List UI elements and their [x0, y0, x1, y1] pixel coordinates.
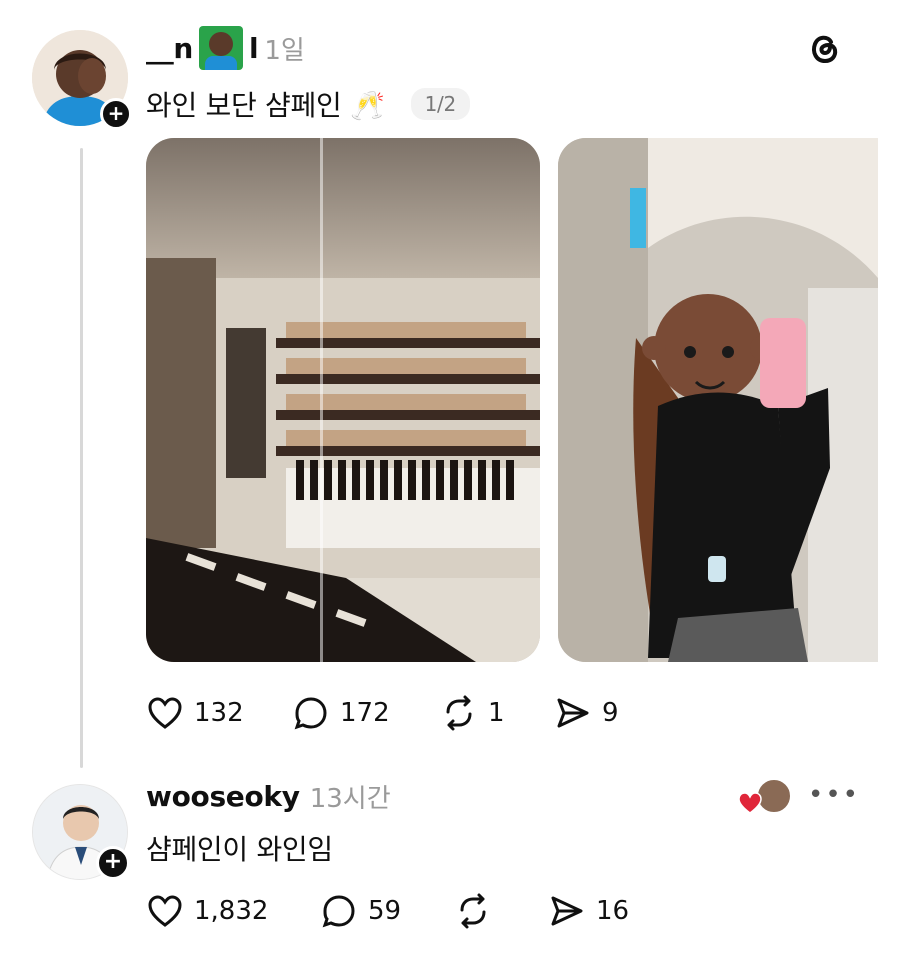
- reply-header: wooseoky 13시간: [146, 778, 391, 815]
- heart-icon: [148, 895, 182, 927]
- post-like-button[interactable]: 132: [146, 694, 244, 732]
- reply-like-count: 1,832: [194, 896, 269, 926]
- wine-cellar-photo: [146, 138, 540, 662]
- repost-icon: [446, 695, 472, 731]
- post-text-row: 와인 보단 샴페인 🥂 1/2: [146, 84, 470, 124]
- post-repost-button[interactable]: 1: [440, 694, 505, 732]
- threads-logo-icon[interactable]: [804, 28, 844, 68]
- red-heart-icon: [738, 792, 762, 814]
- reply-repost-button[interactable]: [454, 892, 502, 930]
- comment-icon: [294, 697, 327, 730]
- reply-comment-button[interactable]: 59: [320, 892, 401, 930]
- post-share-count: 9: [602, 698, 619, 728]
- reply-username[interactable]: wooseoky: [146, 780, 300, 813]
- teacher-emoji-icon: [199, 26, 244, 70]
- repost-icon: [460, 893, 486, 929]
- reply-time: 13시간: [309, 784, 391, 814]
- reply-follow-plus-button[interactable]: +: [96, 846, 130, 880]
- image-counter: 1/2: [410, 88, 470, 120]
- reply-share-count: 16: [596, 896, 630, 926]
- post-share-button[interactable]: 9: [554, 694, 619, 732]
- post-username-tail[interactable]: l: [249, 32, 259, 65]
- reply-comment-count: 59: [368, 896, 402, 926]
- more-options-icon[interactable]: •••: [808, 780, 860, 810]
- liked-by-author-indicator: [738, 778, 792, 816]
- post-text: 와인 보단 샴페인 🥂: [146, 89, 385, 122]
- post-comment-button[interactable]: 172: [292, 694, 390, 732]
- selfie-photo: [558, 138, 878, 662]
- reply-share-button[interactable]: 16: [548, 892, 629, 930]
- reply-text: 샴페인이 와인임: [146, 833, 333, 866]
- heart-icon: [148, 697, 182, 729]
- post-header: __n l 1일: [146, 26, 305, 70]
- post-like-count: 132: [194, 698, 244, 728]
- post-image-mirror-selfie[interactable]: [558, 138, 878, 662]
- send-icon: [551, 896, 583, 926]
- post-comment-count: 172: [340, 698, 390, 728]
- post-image-wine-cellar[interactable]: [146, 138, 540, 662]
- reply-like-button[interactable]: 1,832: [146, 892, 268, 930]
- post-time: 1일: [264, 35, 305, 66]
- thread-connector-line: [80, 148, 83, 768]
- post-username[interactable]: __n: [146, 32, 193, 65]
- comment-icon: [322, 895, 355, 928]
- send-icon: [557, 698, 589, 728]
- post-repost-count: 1: [488, 698, 505, 728]
- follow-plus-button[interactable]: +: [100, 98, 132, 130]
